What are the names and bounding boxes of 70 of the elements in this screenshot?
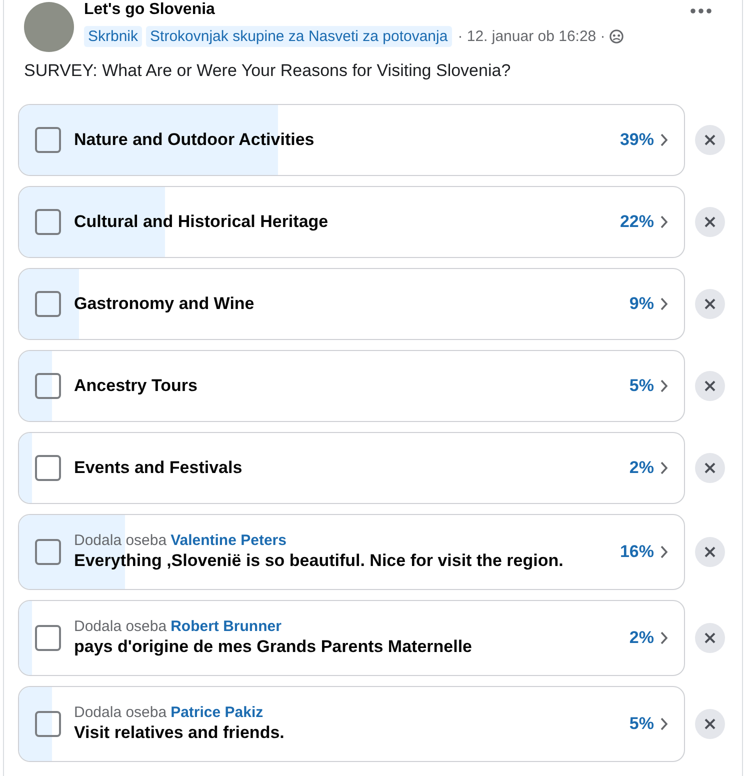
added-by-label: Dodala oseba [74,618,167,636]
vote-percent[interactable]: 9% [629,294,654,314]
added-by-label: Dodala oseba [74,704,167,722]
checkbox[interactable] [35,127,61,153]
checkbox[interactable] [35,625,61,651]
close-icon [704,298,716,310]
role-badge[interactable]: Strokovnjak skupine za Nasveti za potovanja [146,26,452,47]
close-icon [704,216,716,228]
close-button[interactable] [695,537,725,567]
vote-percent[interactable]: 2% [629,628,654,648]
role-badge[interactable]: Skrbnik [84,26,142,47]
poll-option[interactable]: Cultural and Historical Heritage 22% [18,186,685,258]
timestamp[interactable]: · 12. januar ob 16:28 · [458,28,606,45]
vote-percent[interactable]: 2% [629,458,654,478]
close-icon [704,462,716,474]
option-label: Cultural and Historical Heritage [74,211,330,233]
checkbox[interactable] [35,539,61,565]
close-button[interactable] [695,289,725,319]
chevron-icon[interactable] [660,631,668,645]
chevron-icon[interactable] [660,215,668,229]
author-link[interactable]: Robert Brunner [170,618,282,636]
close-button[interactable] [695,623,725,653]
checkbox[interactable] [35,373,61,399]
vote-percent[interactable]: 5% [629,376,654,396]
poll-option[interactable]: Nature and Outdoor Activities 39% [18,104,685,176]
close-button[interactable] [695,453,725,483]
option-label: pays d'origine de mes Grands Parents Maternelle [74,636,474,658]
group-icon [609,29,624,44]
poll-option[interactable]: Dodala oseba Robert Brunner pays d'origine de mes Grands Parents Maternelle 2% [18,600,685,676]
poll-option[interactable]: Ancestry Tours 5% [18,350,685,422]
checkbox[interactable] [35,455,61,481]
close-icon [704,718,716,730]
chevron-icon[interactable] [660,717,668,731]
vote-percent[interactable]: 16% [620,542,654,562]
close-button[interactable] [695,125,725,155]
chevron-icon[interactable] [660,379,668,393]
author-link[interactable]: Valentine Peters [170,532,286,550]
option-label: Nature and Outdoor Activities [74,129,316,151]
option-label: Events and Festivals [74,457,244,479]
close-icon [704,546,716,558]
vote-percent[interactable]: 5% [629,714,654,734]
poll-option[interactable]: Gastronomy and Wine 9% [18,268,685,340]
more-options-icon[interactable] [690,8,712,14]
close-icon [704,380,716,392]
close-icon [704,632,716,644]
poll-option[interactable]: Events and Festivals 2% [18,432,685,504]
option-label: Gastronomy and Wine [74,293,256,315]
group-name[interactable]: Let's go Slovenia [84,1,624,19]
poll-option[interactable]: Dodala oseba Valentine Peters Everything ,Slovenië is so beautiful. Nice for visit the region. 16% [18,514,685,590]
vote-percent[interactable]: 39% [620,130,654,150]
close-button[interactable] [695,371,725,401]
checkbox[interactable] [35,209,61,235]
option-label: Ancestry Tours [74,375,198,397]
poll-option[interactable]: Dodala oseba Patrice Pakiz Visit relatives and friends. 5% [18,686,685,762]
close-button[interactable] [695,709,725,739]
added-by-label: Dodala oseba [74,532,167,550]
vote-percent[interactable]: 22% [620,212,654,232]
option-label: Everything ,Slovenië is so beautiful. Nice for visit the region. [74,550,564,572]
post-text: SURVEY: What Are or Were Your Reasons for Visiting Slovenia? [23,60,512,82]
close-button[interactable] [695,207,725,237]
option-label: Visit relatives and friends. [74,722,286,744]
author-link[interactable]: Patrice Pakiz [170,704,264,722]
avatar-circle[interactable] [24,2,74,52]
checkbox[interactable] [35,711,61,737]
chevron-icon[interactable] [660,545,668,559]
checkbox[interactable] [35,291,61,317]
chevron-icon[interactable] [660,461,668,475]
chevron-icon[interactable] [660,133,668,147]
close-icon [704,134,716,146]
chevron-icon[interactable] [660,297,668,311]
